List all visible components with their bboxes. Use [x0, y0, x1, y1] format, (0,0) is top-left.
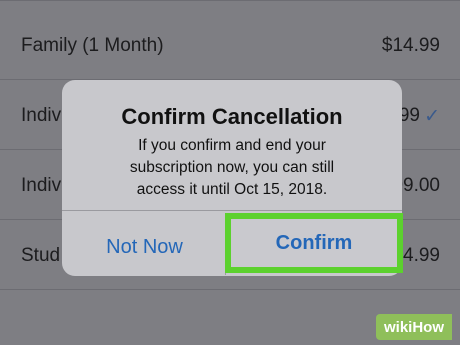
dialog-divider [62, 210, 402, 211]
plan-name: Family (1 Month) [21, 35, 164, 56]
confirm-button[interactable]: Confirm [225, 213, 403, 273]
wikihow-watermark: wikiHow [375, 314, 452, 340]
divider [0, 0, 460, 1]
plan-price: 99 [398, 105, 420, 126]
not-now-button[interactable]: Not Now [62, 215, 227, 280]
dialog-title: Confirm Cancellation [121, 104, 343, 129]
plan-name: Stud [21, 245, 61, 266]
checkmark-icon: ✓ [424, 106, 440, 127]
plan-name: Indiv [21, 175, 62, 196]
plan-price: $14.99 [381, 35, 440, 56]
dialog-message: If you confirm and end your subscription… [129, 137, 335, 198]
plan-row-family[interactable]: Family (1 Month) $14.99 [0, 10, 460, 80]
plan-name: Indiv [21, 105, 62, 126]
plan-price: 4.99 [403, 245, 440, 266]
